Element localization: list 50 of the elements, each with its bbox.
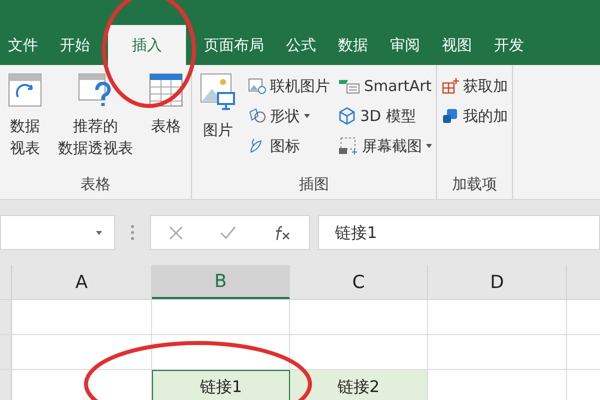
picture-icon	[200, 73, 236, 111]
group-label: 加载项	[451, 174, 498, 194]
ribbon-button[interactable]: 形状	[248, 103, 330, 129]
ribbon-button[interactable]: 图片	[192, 65, 244, 172]
check-icon[interactable]	[220, 226, 236, 240]
row-header[interactable]	[0, 335, 12, 369]
ribbon-tab[interactable]: 插入	[108, 25, 186, 65]
ribbon-tab[interactable]: 视图	[434, 25, 480, 65]
addins-icon	[441, 107, 459, 125]
formula-input[interactable]: 链接1	[318, 215, 600, 250]
pivot-table-icon	[8, 73, 42, 107]
ribbon-tab[interactable]: 审阅	[382, 25, 428, 65]
ribbon-tab[interactable]: 开发	[486, 25, 532, 65]
name-box[interactable]	[0, 215, 115, 250]
ribbon-tab[interactable]: 开始	[52, 25, 98, 65]
shapes-icon	[248, 108, 266, 124]
store-grid-icon	[441, 77, 459, 95]
table-question-icon	[78, 73, 114, 107]
column-header[interactable]: D	[428, 265, 567, 299]
group-label: 表格	[80, 174, 112, 194]
ribbon-tab[interactable]: 公式	[278, 25, 324, 65]
smartart-icon	[338, 78, 360, 94]
row-header[interactable]	[0, 300, 12, 334]
ribbon-button[interactable]: 推荐的 数据透视表	[50, 65, 141, 172]
online-picture-icon	[248, 78, 266, 94]
grip-icon	[131, 225, 134, 240]
cube-icon	[338, 107, 356, 125]
column-header[interactable]: B	[152, 265, 290, 299]
column-header[interactable]: C	[290, 265, 428, 299]
group-label: 插图	[298, 174, 330, 194]
caret-icon	[96, 230, 102, 234]
ribbon-tab[interactable]: 数据	[330, 25, 376, 65]
table-cell[interactable]: 链接2	[290, 370, 428, 400]
table-cell[interactable]: 链接1	[152, 370, 290, 400]
row-header[interactable]	[0, 370, 12, 400]
ribbon-button[interactable]: SmartArt	[338, 73, 432, 99]
ribbon-button[interactable]: 屏幕截图	[338, 133, 432, 159]
caret-icon	[304, 114, 310, 118]
ribbon-button[interactable]: 我的加	[441, 103, 508, 129]
caret-icon	[426, 144, 432, 148]
ribbon-button[interactable]: 图标	[248, 133, 330, 159]
ribbon-tab[interactable]: 文件	[0, 25, 46, 65]
ribbon-button[interactable]: 获取加	[441, 73, 508, 99]
ribbon-button[interactable]: 3D 模型	[338, 103, 432, 129]
ribbon-button[interactable]: 数据 视表	[0, 65, 50, 172]
screenshot-icon	[338, 137, 358, 155]
ribbon-tab[interactable]: 页面布局	[196, 25, 272, 65]
ribbon-button[interactable]: 联机图片	[248, 73, 330, 99]
ribbon-button[interactable]: 表格	[141, 65, 191, 172]
cancel-icon[interactable]	[169, 226, 184, 240]
